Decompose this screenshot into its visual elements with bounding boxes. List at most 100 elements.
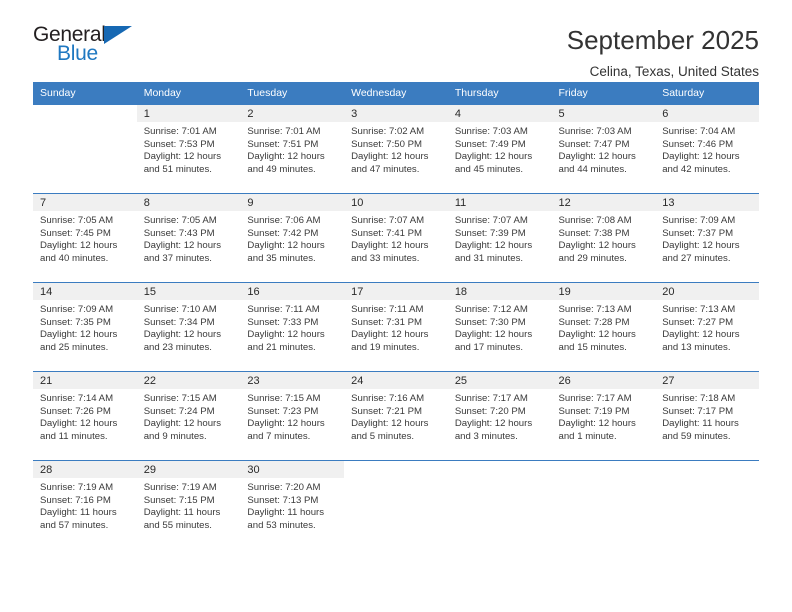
day-detail: Sunrise: 7:19 AM Sunset: 7:15 PM Daylight:… bbox=[137, 478, 241, 532]
sunrise-text: Sunrise: 7:08 AM bbox=[558, 215, 632, 226]
calendar-day-cell[interactable]: 24 Sunrise: 7:16 AM Sunset: 7:21 PM Dayligh… bbox=[344, 371, 448, 461]
calendar-day-cell[interactable]: 28 Sunrise: 7:19 AM Sunset: 7:16 PM Dayligh… bbox=[33, 460, 137, 547]
daylight-text: Daylight: 12 hours and 15 minutes. bbox=[558, 329, 636, 353]
sunset-text: Sunset: 7:35 PM bbox=[40, 316, 111, 328]
day-detail: Sunrise: 7:12 AM Sunset: 7:30 PM Daylight:… bbox=[448, 300, 552, 354]
day-detail: Sunrise: 7:13 AM Sunset: 7:27 PM Daylight:… bbox=[655, 300, 759, 354]
calendar-day-cell[interactable]: 29 Sunrise: 7:19 AM Sunset: 7:15 PM Dayligh… bbox=[136, 460, 241, 547]
page-subtitle: Celina, Texas, United States bbox=[589, 63, 759, 79]
calendar-page: General Blue September 2025 Celina, Texa… bbox=[0, 0, 792, 612]
sunrise-text: Sunrise: 7:20 AM bbox=[247, 482, 321, 493]
day-number: 5 bbox=[551, 105, 656, 122]
day-detail: Sunrise: 7:11 AM Sunset: 7:31 PM Daylight:… bbox=[344, 300, 448, 354]
calendar-day-cell[interactable]: 12 Sunrise: 7:08 AM Sunset: 7:38 PM Dayligh… bbox=[551, 193, 656, 283]
day-number: 3 bbox=[344, 105, 448, 122]
logo-text-blue: Blue bbox=[57, 42, 98, 65]
calendar-day-cell[interactable]: 3 Sunrise: 7:02 AM Sunset: 7:50 PM Daylight… bbox=[344, 104, 448, 194]
day-number bbox=[447, 461, 552, 478]
page-title: September 2025 bbox=[566, 25, 759, 55]
calendar-day-cell[interactable]: 20 Sunrise: 7:13 AM Sunset: 7:27 PM Dayligh… bbox=[655, 282, 759, 372]
day-number: 26 bbox=[551, 372, 656, 389]
calendar-day-cell[interactable]: 5 Sunrise: 7:03 AM Sunset: 7:47 PM Daylight… bbox=[551, 104, 656, 194]
day-number: 6 bbox=[655, 105, 759, 122]
calendar-week-row: 1 Sunrise: 7:01 AM Sunset: 7:53 PM Daylight… bbox=[33, 104, 759, 194]
day-number: 22 bbox=[136, 372, 241, 389]
day-detail: Sunrise: 7:16 AM Sunset: 7:21 PM Daylight:… bbox=[344, 389, 448, 443]
day-detail: Sunrise: 7:01 AM Sunset: 7:53 PM Daylight:… bbox=[137, 122, 241, 176]
daylight-text: Daylight: 11 hours and 57 minutes. bbox=[40, 507, 117, 531]
calendar-day-cell[interactable]: 9 Sunrise: 7:06 AM Sunset: 7:42 PM Daylight… bbox=[240, 193, 345, 283]
daylight-text: Daylight: 12 hours and 7 minutes. bbox=[247, 418, 325, 442]
daylight-text: Daylight: 12 hours and 11 minutes. bbox=[40, 418, 118, 442]
calendar-day-cell[interactable]: 2 Sunrise: 7:01 AM Sunset: 7:51 PM Daylight… bbox=[240, 104, 345, 194]
sunrise-text: Sunrise: 7:06 AM bbox=[247, 215, 321, 226]
day-number: 13 bbox=[655, 194, 759, 211]
calendar-day-cell-empty bbox=[33, 104, 137, 194]
day-number: 18 bbox=[447, 283, 552, 300]
day-number: 8 bbox=[136, 194, 241, 211]
sunrise-text: Sunrise: 7:02 AM bbox=[351, 126, 425, 137]
month-calendar-table: Sunday Monday Tuesday Wednesday Thursday… bbox=[33, 82, 759, 547]
daylight-text: Daylight: 11 hours and 59 minutes. bbox=[662, 418, 739, 442]
day-detail: Sunrise: 7:17 AM Sunset: 7:19 PM Daylight:… bbox=[552, 389, 656, 443]
sunset-text: Sunset: 7:21 PM bbox=[351, 405, 423, 417]
sunrise-text: Sunrise: 7:17 AM bbox=[454, 393, 528, 404]
calendar-day-cell[interactable]: 1 Sunrise: 7:01 AM Sunset: 7:53 PM Daylight… bbox=[136, 104, 241, 194]
day-number: 9 bbox=[240, 194, 345, 211]
sunset-text: Sunset: 7:46 PM bbox=[662, 138, 734, 150]
calendar-day-cell[interactable]: 17 Sunrise: 7:11 AM Sunset: 7:31 PM Dayligh… bbox=[344, 282, 448, 372]
weekday-header-sunday: Sunday bbox=[33, 82, 137, 105]
calendar-day-cell[interactable]: 26 Sunrise: 7:17 AM Sunset: 7:19 PM Dayligh… bbox=[551, 371, 656, 461]
sunrise-text: Sunrise: 7:19 AM bbox=[143, 482, 217, 493]
calendar-day-cell[interactable]: 10 Sunrise: 7:07 AM Sunset: 7:41 PM Dayligh… bbox=[344, 193, 448, 283]
calendar-day-cell[interactable]: 7 Sunrise: 7:05 AM Sunset: 7:45 PM Daylight… bbox=[33, 193, 137, 283]
sunset-text: Sunset: 7:38 PM bbox=[558, 227, 630, 239]
sunrise-text: Sunrise: 7:19 AM bbox=[40, 482, 114, 493]
sunset-text: Sunset: 7:15 PM bbox=[143, 494, 215, 506]
page-header: General Blue September 2025 Celina, Texa… bbox=[33, 0, 759, 79]
day-detail: Sunrise: 7:05 AM Sunset: 7:43 PM Daylight:… bbox=[137, 211, 241, 265]
calendar-day-cell[interactable]: 14 Sunrise: 7:09 AM Sunset: 7:35 PM Dayligh… bbox=[33, 282, 137, 372]
weekday-header-friday: Friday bbox=[551, 82, 656, 105]
calendar-day-cell[interactable]: 30 Sunrise: 7:20 AM Sunset: 7:13 PM Dayligh… bbox=[240, 460, 345, 547]
general-blue-logo[interactable]: General Blue bbox=[33, 24, 143, 70]
calendar-day-cell-empty bbox=[344, 460, 448, 547]
calendar-day-cell[interactable]: 11 Sunrise: 7:07 AM Sunset: 7:39 PM Dayligh… bbox=[447, 193, 552, 283]
calendar-day-cell[interactable]: 8 Sunrise: 7:05 AM Sunset: 7:43 PM Daylight… bbox=[136, 193, 241, 283]
calendar-day-cell[interactable]: 25 Sunrise: 7:17 AM Sunset: 7:20 PM Dayligh… bbox=[447, 371, 552, 461]
sunset-text: Sunset: 7:24 PM bbox=[143, 405, 215, 417]
day-detail: Sunrise: 7:18 AM Sunset: 7:17 PM Daylight:… bbox=[655, 389, 759, 443]
sunrise-text: Sunrise: 7:05 AM bbox=[143, 215, 217, 226]
sunset-text: Sunset: 7:23 PM bbox=[247, 405, 319, 417]
day-number: 15 bbox=[136, 283, 241, 300]
day-number bbox=[655, 461, 759, 478]
daylight-text: Daylight: 12 hours and 47 minutes. bbox=[351, 151, 429, 175]
daylight-text: Daylight: 12 hours and 37 minutes. bbox=[143, 240, 222, 264]
calendar-day-cell[interactable]: 15 Sunrise: 7:10 AM Sunset: 7:34 PM Dayligh… bbox=[136, 282, 241, 372]
daylight-text: Daylight: 12 hours and 45 minutes. bbox=[454, 151, 533, 175]
sunrise-text: Sunrise: 7:11 AM bbox=[247, 304, 320, 315]
calendar-day-cell[interactable]: 4 Sunrise: 7:03 AM Sunset: 7:49 PM Daylight… bbox=[447, 104, 552, 194]
sunset-text: Sunset: 7:34 PM bbox=[143, 316, 215, 328]
day-number: 2 bbox=[240, 105, 345, 122]
day-number: 30 bbox=[240, 461, 345, 478]
daylight-text: Daylight: 12 hours and 51 minutes. bbox=[143, 151, 222, 175]
calendar-day-cell[interactable]: 21 Sunrise: 7:14 AM Sunset: 7:26 PM Dayligh… bbox=[33, 371, 137, 461]
sunrise-text: Sunrise: 7:09 AM bbox=[662, 215, 736, 226]
sunset-text: Sunset: 7:20 PM bbox=[454, 405, 526, 417]
calendar-day-cell[interactable]: 16 Sunrise: 7:11 AM Sunset: 7:33 PM Dayligh… bbox=[240, 282, 345, 372]
calendar-day-cell[interactable]: 23 Sunrise: 7:15 AM Sunset: 7:23 PM Dayligh… bbox=[240, 371, 345, 461]
calendar-day-cell-empty bbox=[551, 460, 656, 547]
day-number: 4 bbox=[447, 105, 552, 122]
calendar-day-cell[interactable]: 18 Sunrise: 7:12 AM Sunset: 7:30 PM Dayligh… bbox=[447, 282, 552, 372]
sunrise-text: Sunrise: 7:16 AM bbox=[351, 393, 425, 404]
calendar-day-cell[interactable]: 27 Sunrise: 7:18 AM Sunset: 7:17 PM Dayligh… bbox=[655, 371, 759, 461]
calendar-week-row: 14 Sunrise: 7:09 AM Sunset: 7:35 PM Dayligh… bbox=[33, 282, 759, 372]
sunrise-text: Sunrise: 7:17 AM bbox=[558, 393, 632, 404]
calendar-day-cell[interactable]: 19 Sunrise: 7:13 AM Sunset: 7:28 PM Dayligh… bbox=[551, 282, 656, 372]
calendar-day-cell[interactable]: 13 Sunrise: 7:09 AM Sunset: 7:37 PM Dayligh… bbox=[655, 193, 759, 283]
calendar-day-cell[interactable]: 22 Sunrise: 7:15 AM Sunset: 7:24 PM Dayligh… bbox=[136, 371, 241, 461]
calendar-day-cell[interactable]: 6 Sunrise: 7:04 AM Sunset: 7:46 PM Daylight… bbox=[655, 104, 759, 194]
sunrise-text: Sunrise: 7:10 AM bbox=[143, 304, 217, 315]
day-detail: Sunrise: 7:02 AM Sunset: 7:50 PM Daylight:… bbox=[344, 122, 448, 176]
